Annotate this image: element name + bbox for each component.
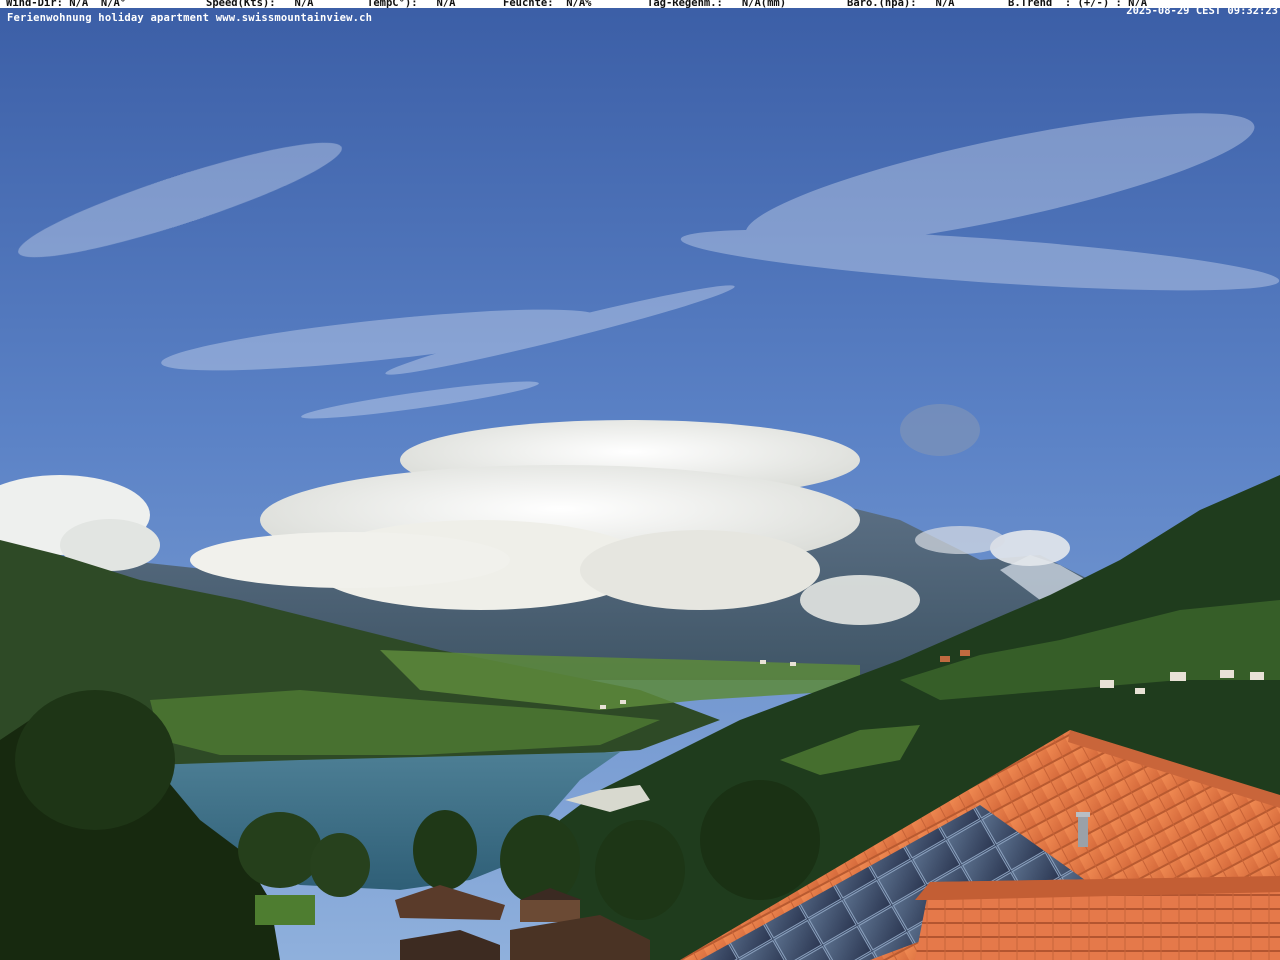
- wind-speed-readout: Speed(Kts): N/A: [206, 0, 314, 9]
- humidity-readout: Feuchte: N/A%: [503, 0, 592, 9]
- weather-readout: Wind-Dir: N/A N/A° Speed(Kts): N/A TempC…: [0, 0, 1280, 9]
- webcam-caption: Ferienwohnung holiday apartment www.swis…: [7, 12, 373, 24]
- barometer-readout: Baro.(hpa): N/A: [847, 0, 955, 9]
- timestamp: 2025-08-29 CEST 09:32:23: [1126, 5, 1278, 17]
- temperature-readout: TempC°): N/A: [367, 0, 456, 9]
- webcam-image: Wind-Dir: N/A N/A° Speed(Kts): N/A TempC…: [0, 0, 1280, 960]
- small-cloud: [900, 404, 980, 456]
- rain-readout: Tag-Regenm.: N/A(mm): [647, 0, 787, 9]
- wind-direction-readout: Wind-Dir: N/A N/A°: [6, 0, 127, 9]
- landscape-view: [0, 0, 1280, 960]
